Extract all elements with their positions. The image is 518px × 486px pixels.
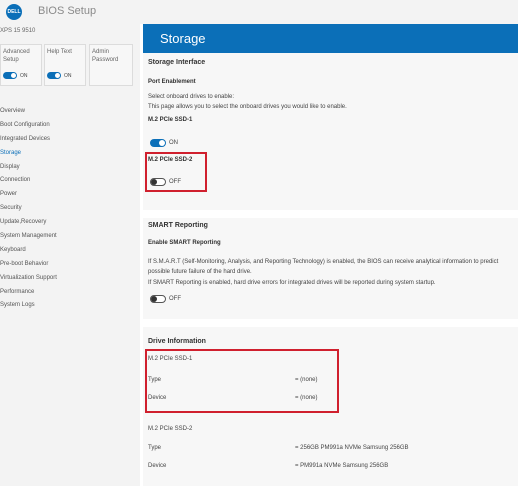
port-enablement-desc-2: This page allows you to select the onboa… bbox=[148, 104, 347, 110]
section-divider bbox=[143, 210, 518, 218]
ssd2-label: M.2 PCIe SSD-2 bbox=[148, 157, 193, 163]
toggle-switch-icon bbox=[3, 72, 17, 79]
sidebar-item-system-logs[interactable]: System Logs bbox=[0, 298, 140, 312]
sidebar-item-update-recovery[interactable]: Update,Recovery bbox=[0, 215, 140, 229]
ssd1-state: ON bbox=[169, 140, 178, 146]
dell-logo: DELL bbox=[6, 4, 22, 20]
section-divider bbox=[143, 319, 518, 327]
advanced-setup-option[interactable]: Advanced Setup ON bbox=[0, 44, 42, 86]
sidebar: XPS 15 9510 Advanced Setup ON Help Text … bbox=[0, 24, 140, 486]
toggle-switch-icon bbox=[47, 72, 61, 79]
sidebar-item-display[interactable]: Display bbox=[0, 160, 140, 174]
admin-password-option[interactable]: Admin Password bbox=[89, 44, 133, 86]
smart-desc-2: possible future failure of the hard driv… bbox=[148, 269, 252, 275]
sidebar-item-keyboard[interactable]: Keyboard bbox=[0, 243, 140, 257]
sidebar-item-pre-boot-behavior[interactable]: Pre-boot Behavior bbox=[0, 257, 140, 271]
system-model: XPS 15 9510 bbox=[0, 28, 36, 34]
sidebar-item-integrated-devices[interactable]: Integrated Devices bbox=[0, 132, 140, 146]
ssd1-toggle[interactable]: ON bbox=[150, 139, 178, 147]
port-enablement-heading: Port Enablement bbox=[148, 79, 196, 85]
port-enablement-desc-1: Select onboard drives to enable: bbox=[148, 94, 235, 100]
drive2-device-value: = PM991a NVMe Samsung 256GB bbox=[295, 463, 389, 469]
help-text-label: Help Text bbox=[47, 49, 72, 55]
drive2-type-label: Type bbox=[148, 445, 162, 451]
smart-reporting-heading: SMART Reporting bbox=[148, 222, 208, 229]
drive2-type-value: = 256GB PM991a NVMe Samsung 256GB bbox=[295, 445, 409, 451]
main-panel: Storage Storage Interface Port Enablemen… bbox=[143, 24, 518, 486]
drive1-device-value: = (none) bbox=[295, 395, 318, 401]
sidebar-nav: Overview Boot Configuration Integrated D… bbox=[0, 104, 140, 312]
enable-smart-label: Enable SMART Reporting bbox=[148, 240, 221, 246]
help-text-toggle[interactable]: ON bbox=[47, 72, 72, 79]
advanced-setup-toggle[interactable]: ON bbox=[3, 72, 28, 79]
toggle-off-icon bbox=[150, 295, 166, 303]
help-text-option[interactable]: Help Text ON bbox=[44, 44, 86, 86]
help-text-state: ON bbox=[64, 72, 72, 79]
drive1-device-label: Device bbox=[148, 395, 167, 401]
sidebar-item-storage[interactable]: Storage bbox=[0, 146, 140, 160]
drive2-name: M.2 PCIe SSD-2 bbox=[148, 426, 193, 432]
storage-interface-heading: Storage Interface bbox=[148, 59, 206, 66]
smart-state: OFF bbox=[169, 296, 181, 302]
page-header: Storage bbox=[143, 24, 518, 53]
drive-information-heading: Drive Information bbox=[148, 338, 206, 345]
drive1-type-value: = (none) bbox=[295, 377, 318, 383]
ssd2-state: OFF bbox=[169, 179, 181, 185]
toggle-on-icon bbox=[150, 139, 166, 147]
sidebar-item-overview[interactable]: Overview bbox=[0, 104, 140, 118]
page-title: Storage bbox=[160, 31, 206, 46]
sidebar-item-system-management[interactable]: System Management bbox=[0, 229, 140, 243]
drive2-device-label: Device bbox=[148, 463, 167, 469]
sidebar-item-connection[interactable]: Connection bbox=[0, 173, 140, 187]
toggle-off-icon bbox=[150, 178, 166, 186]
title-bar: DELL BIOS Setup bbox=[0, 0, 518, 24]
smart-desc-1: If S.M.A.R.T (Self-Monitoring, Analysis,… bbox=[148, 259, 499, 265]
app-title: BIOS Setup bbox=[38, 5, 97, 17]
drive1-name: M.2 PCIe SSD-1 bbox=[148, 356, 193, 362]
ssd1-label: M.2 PCIe SSD-1 bbox=[148, 117, 193, 123]
advanced-setup-label: Advanced Setup bbox=[3, 49, 30, 63]
smart-toggle[interactable]: OFF bbox=[150, 295, 181, 303]
advanced-setup-state: ON bbox=[20, 72, 28, 79]
sidebar-item-boot-configuration[interactable]: Boot Configuration bbox=[0, 118, 140, 132]
admin-password-label: Admin Password bbox=[92, 49, 119, 63]
sidebar-item-performance[interactable]: Performance bbox=[0, 285, 140, 299]
ssd2-toggle[interactable]: OFF bbox=[150, 178, 181, 186]
drive1-type-label: Type bbox=[148, 377, 162, 383]
sidebar-item-security[interactable]: Security bbox=[0, 201, 140, 215]
sidebar-item-virtualization-support[interactable]: Virtualization Support bbox=[0, 271, 140, 285]
smart-desc-3: If SMART Reporting is enabled, hard driv… bbox=[148, 280, 436, 286]
sidebar-item-power[interactable]: Power bbox=[0, 187, 140, 201]
